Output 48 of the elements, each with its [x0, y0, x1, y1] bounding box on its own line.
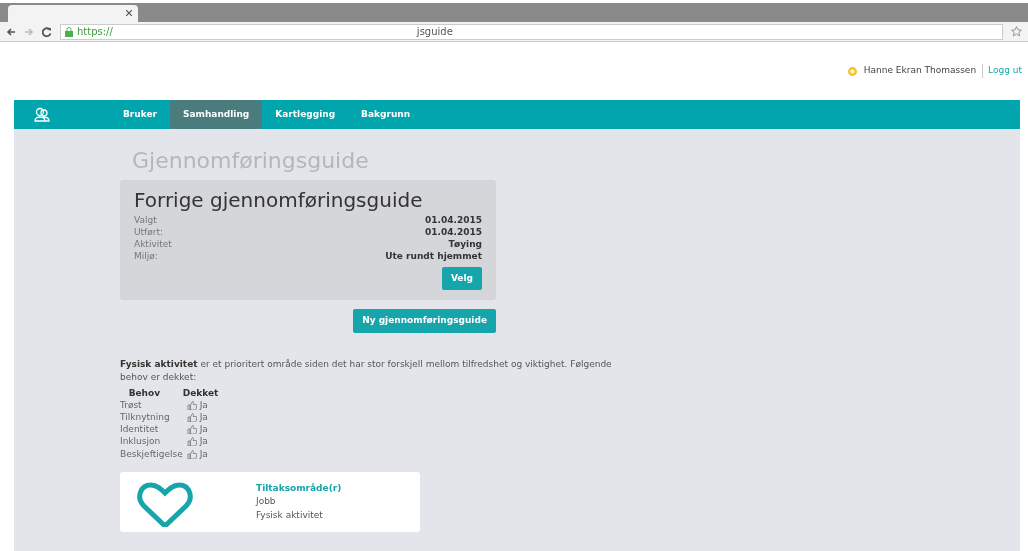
thumbs-up-icon: [186, 413, 197, 423]
nav-tab[interactable]: Bruker: [110, 100, 170, 129]
measure-heading: Tiltaksområde(r): [256, 481, 342, 495]
measure-item: Fysisk aktivitet: [256, 508, 324, 522]
field-value: 01.04.2015: [425, 225, 482, 238]
select-button[interactable]: Velg: [441, 266, 482, 291]
thumbs-up-icon: [186, 449, 197, 459]
table-cell-text: Trøst: [120, 399, 143, 412]
nav-tab[interactable]: Samhandling: [170, 100, 263, 129]
intro-paragraph: Fysisk aktivitet er et prioritert område siden det har stor forskjell mellom tilfredshet og viktighet. Følgende behov er dekket:: [120, 357, 613, 385]
reload-icon[interactable]: [42, 26, 52, 37]
column-header: Dekket: [182, 386, 220, 400]
address-field[interactable]: https:// jsguide: [60, 23, 1003, 40]
field-value: Tøying: [448, 237, 482, 250]
lock-icon: [65, 26, 73, 37]
heart-icon: [134, 481, 196, 527]
field-label: Aktivitet: [134, 237, 172, 250]
thumbs-up-icon: [186, 437, 197, 447]
thumbs-up-icon: [186, 425, 197, 435]
card-title: Forrige gjennomføringsguide: [134, 187, 424, 212]
field-label: Valgt: [134, 213, 157, 226]
table-cell: Ja: [199, 400, 208, 411]
table-cell-text: Identitet: [120, 423, 160, 436]
field-value: Ute rundt hjemmet: [385, 250, 482, 263]
table-cell: Ja: [199, 424, 208, 435]
nav-tab[interactable]: Kartlegging: [262, 100, 349, 129]
table-cell: Beskjeftigelse: [120, 447, 183, 460]
users-icon[interactable]: [34, 107, 50, 122]
forward-icon[interactable]: [24, 26, 34, 37]
back-icon[interactable]: [6, 26, 16, 37]
table-cell: Ja: [199, 448, 208, 459]
new-guide-button[interactable]: Ny gjennomføringsguide: [353, 309, 496, 333]
logout-link[interactable]: Logg ut: [982, 64, 1022, 78]
field-value: 01.04.2015: [425, 213, 482, 226]
column-header: Behov: [120, 386, 183, 400]
thumbs-up-icon: [186, 401, 197, 411]
table-cell: Ja: [199, 436, 208, 447]
sun-icon: [846, 65, 858, 77]
table-cell-text: Tilknytning: [120, 411, 171, 424]
table-cell-text: Inklusjon: [120, 435, 162, 448]
nav-tab[interactable]: Bakgrunn: [348, 100, 424, 129]
field-label: Utført:: [134, 225, 164, 238]
measure-item: Jobb: [256, 495, 277, 509]
user-name: Hanne Ekran Thomassen: [863, 64, 977, 78]
field-label: Miljø:: [134, 250, 158, 263]
star-icon[interactable]: [1011, 26, 1022, 37]
close-icon[interactable]: [126, 10, 132, 16]
table-cell: Ja: [199, 412, 208, 423]
